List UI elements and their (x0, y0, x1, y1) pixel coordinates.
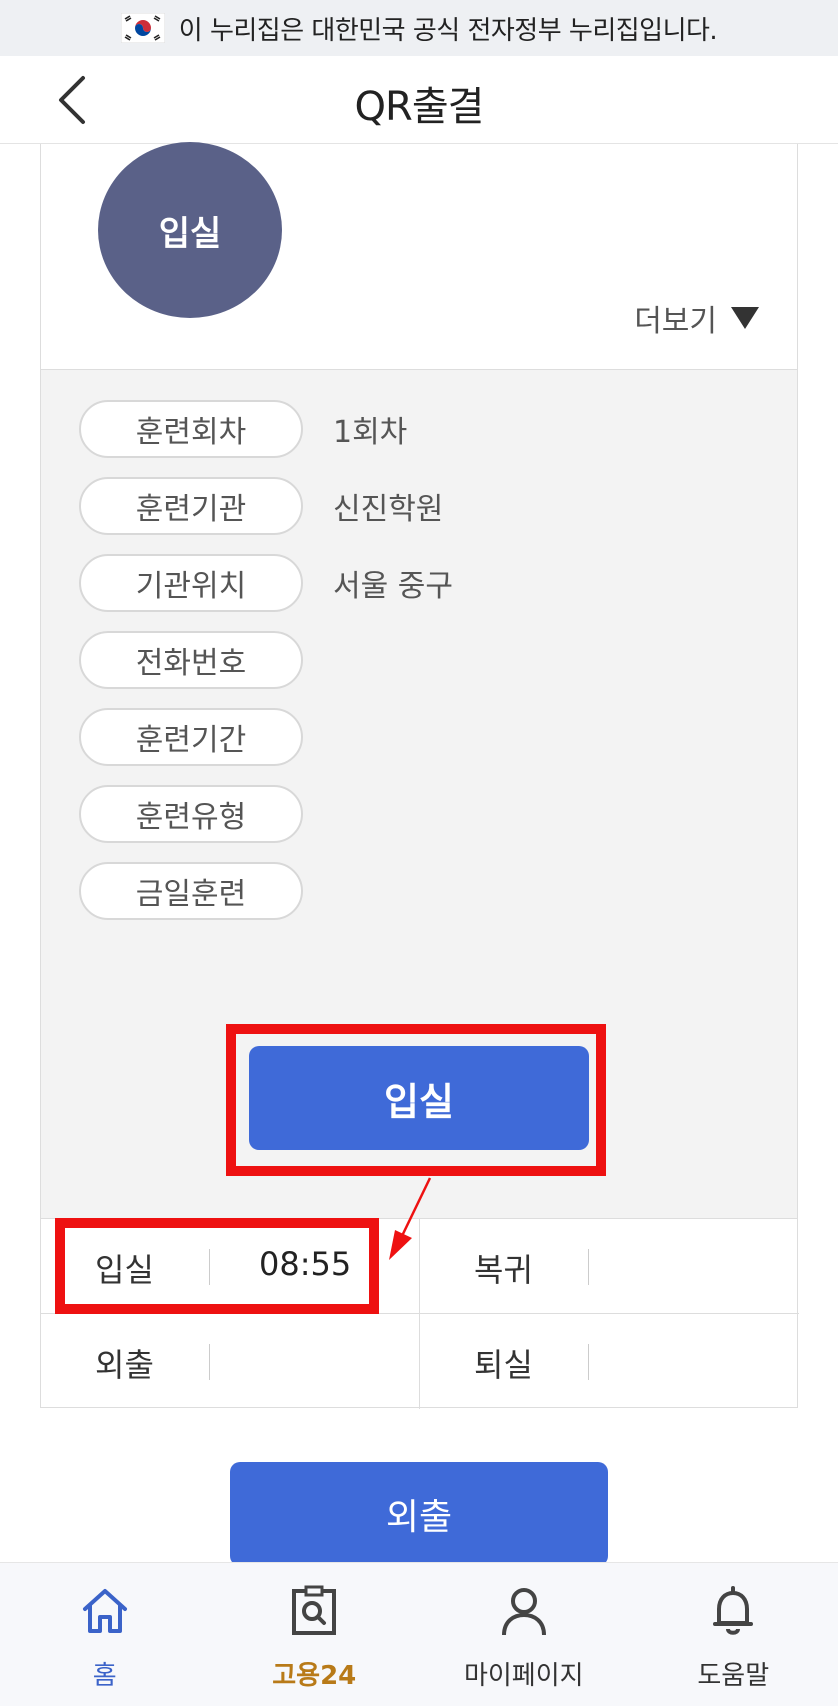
info-row: 기관위치 서울 중구 (79, 554, 453, 612)
status-divider (588, 1344, 589, 1380)
gov-banner: 이 누리집은 대한민국 공식 전자정부 누리집입니다. (0, 0, 838, 56)
app-header: QR출결 (0, 56, 838, 144)
info-label-pill: 훈련기간 (79, 708, 303, 766)
document-search-icon (284, 1581, 344, 1641)
info-row: 훈련기간 (79, 708, 333, 766)
page-title: QR출결 (354, 84, 485, 130)
bottom-nav: 홈 고용24 마이페이지 도움말 (0, 1562, 838, 1706)
info-value: 1회차 (333, 415, 408, 450)
info-value: 서울 중구 (333, 569, 453, 604)
status-divider (588, 1249, 589, 1285)
nav-label-mypage: 마이페이지 (463, 1661, 584, 1691)
info-value: 신진학원 (333, 492, 444, 527)
qr-attendance-page: 이 누리집은 대한민국 공식 전자정부 누리집입니다. QR출결 입실 더보기 … (0, 0, 838, 1706)
nav-item-goyong24[interactable]: 고용24 (210, 1563, 420, 1706)
nav-item-mypage[interactable]: 마이페이지 (419, 1563, 629, 1706)
info-label-pill: 훈련유형 (79, 785, 303, 843)
highlight-box-check-in-time (55, 1218, 379, 1314)
more-toggle[interactable]: 더보기 (634, 296, 759, 340)
nav-label-goyong24: 고용24 (272, 1661, 357, 1691)
highlight-box-check-in-button (226, 1024, 606, 1176)
info-row: 훈련기관 신진학원 (79, 477, 443, 535)
korea-flag-icon (120, 12, 166, 44)
status-cell-outing: 외출 (41, 1314, 420, 1409)
triangle-down-icon (731, 307, 759, 329)
status-label: 복귀 (474, 1251, 533, 1289)
status-label: 퇴실 (474, 1346, 533, 1384)
home-icon (75, 1581, 135, 1641)
info-row: 금일훈련 (79, 862, 333, 920)
status-divider (209, 1344, 210, 1380)
attendance-status-card: 입실 더보기 (40, 142, 798, 370)
more-label: 더보기 (634, 304, 717, 339)
status-cell-return: 복귀 (420, 1219, 799, 1314)
nav-item-help[interactable]: 도움말 (629, 1563, 838, 1706)
info-label-pill: 훈련기관 (79, 477, 303, 535)
gov-banner-text: 이 누리집은 대한민국 공식 전자정부 누리집입니다. (178, 15, 718, 46)
nav-label-home: 홈 (92, 1661, 117, 1691)
info-label-pill: 기관위치 (79, 554, 303, 612)
status-cell-check-out: 퇴실 (420, 1314, 799, 1409)
status-circle-label: 입실 (158, 213, 222, 254)
user-icon (494, 1581, 554, 1641)
info-row: 훈련회차 1회차 (79, 400, 407, 458)
nav-label-help: 도움말 (697, 1661, 770, 1691)
info-label-pill: 훈련회차 (79, 400, 303, 458)
info-label-pill: 전화번호 (79, 631, 303, 689)
go-out-button[interactable]: 외출 (230, 1462, 608, 1566)
status-circle: 입실 (98, 142, 282, 318)
info-row: 훈련유형 (79, 785, 333, 843)
status-label: 외출 (95, 1346, 154, 1384)
info-label-pill: 금일훈련 (79, 862, 303, 920)
info-row: 전화번호 (79, 631, 333, 689)
bell-icon (703, 1581, 763, 1641)
nav-item-home[interactable]: 홈 (0, 1563, 210, 1706)
